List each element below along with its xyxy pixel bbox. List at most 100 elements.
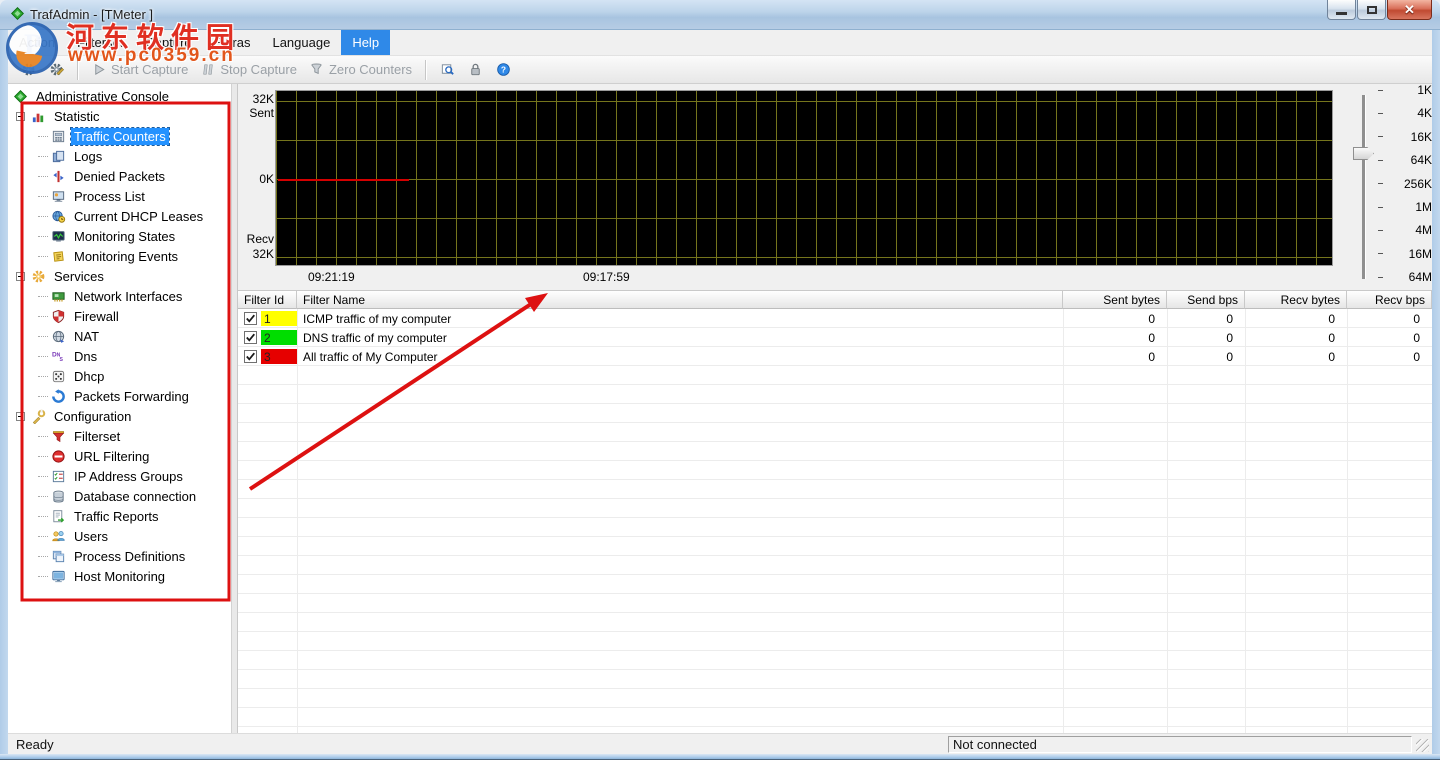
start-capture-button[interactable]: Start Capture [87,60,192,80]
tree-item-label: NAT [74,328,100,344]
cell-recv-bps: 0 [1413,330,1420,345]
column-header-send-bps[interactable]: Send bps [1167,291,1245,309]
tree-item-administrative-console[interactable]: Administrative Console [12,86,172,106]
filter-checkbox[interactable] [244,350,257,363]
gear-wrench-button[interactable] [44,60,68,80]
collapse-expander[interactable] [16,411,25,421]
tree-item-denied-packets[interactable]: Denied Packets [38,166,168,186]
scale-label-16K: 16K [1378,130,1432,144]
tree-item-dns[interactable]: DN S Dns [38,346,100,366]
cell-send-bps: 0 [1226,311,1233,326]
menu-capture[interactable]: Capture [134,30,202,55]
minimize-button[interactable] [1327,0,1356,20]
connection-status: Not connected [953,737,1037,752]
filter-checkbox[interactable] [244,312,257,325]
menu-language[interactable]: Language [261,30,341,55]
filter-color-swatch: 3 [261,349,297,364]
tree-item-traffic-reports[interactable]: Traffic Reports [38,506,162,526]
tree-item-services[interactable]: Services [16,266,107,286]
tree-item-statistic[interactable]: Statistic [16,106,103,126]
stop-capture-button[interactable]: Stop Capture [196,60,301,80]
toolbar-label: Stop Capture [220,62,297,77]
filter-name: DNS traffic of my computer [303,330,447,345]
tree-item-users[interactable]: Users [38,526,111,546]
column-header-sent-bytes[interactable]: Sent bytes [1063,291,1167,309]
menu-extras[interactable]: Extras [203,30,262,55]
tree-connector [38,175,48,177]
tree-item-database-connection[interactable]: Database connection [38,486,199,506]
tree-item-current-dhcp-leases[interactable]: Current DHCP Leases [38,206,206,226]
maximize-button[interactable] [1357,0,1386,20]
menu-help[interactable]: Help [341,30,391,55]
tree-item-packets-forwarding[interactable]: Packets Forwarding [38,386,192,406]
tree-connector [38,575,48,577]
tree-item-monitoring-states[interactable]: Monitoring States [38,226,178,246]
title-bar[interactable]: TrafAdmin - [TMeter ] ✕ [0,0,1440,30]
zero-counters-button[interactable]: Zero Counters [305,60,416,80]
scale-label-16M: 16M [1378,246,1432,261]
dhcp-leases-icon [50,208,66,224]
toolbar-label: Zero Counters [328,62,413,77]
column-header-recv-bytes[interactable]: Recv bytes [1245,291,1347,309]
filter-row-1[interactable]: 1 ICMP traffic of my computer 0 0 0 0 [238,309,1432,328]
play-icon [91,62,107,78]
tree-item-ip-address-groups[interactable]: IP Address Groups [38,466,186,486]
resize-grip[interactable] [1416,739,1429,752]
close-icon: ✕ [1404,1,1415,17]
tree-item-label: Process Definitions [74,548,186,564]
lock-button[interactable] [463,60,487,80]
services-gear-icon [30,268,46,284]
tree-item-dhcp[interactable]: Dhcp [38,366,107,386]
scale-slider-track[interactable] [1362,95,1365,279]
admin-diamond-icon [12,88,28,104]
toolbar: Start Capture Stop Capture Zero Counters? [8,56,1432,84]
tree-item-label: Database connection [74,488,197,504]
column-header-recv-bps[interactable]: Recv bps [1347,291,1432,309]
cell-recv-bytes: 0 [1328,330,1335,345]
dns-letters-icon: DN S [50,348,66,364]
tree-item-configuration[interactable]: Configuration [16,406,134,426]
filter-checkbox[interactable] [244,331,257,344]
tree-item-label: Firewall [74,308,119,324]
collapse-expander[interactable] [16,111,25,121]
y-axis-label-top: 32K [252,92,274,106]
tree-connector [38,155,48,157]
scale-slider-thumb[interactable] [1353,147,1374,160]
menu-filterset[interactable]: Filterset [66,30,134,55]
filter-row-2[interactable]: 2 DNS traffic of my computer 0 0 0 0 [238,328,1432,347]
scale-tick [1378,253,1383,255]
help-round-button[interactable]: ? [491,60,515,80]
column-header-filter-name[interactable]: Filter Name [297,291,1063,309]
scale-label-4M: 4M [1378,223,1432,237]
toolbar-separator [77,59,78,80]
ip-groups-icon [50,468,66,484]
tree-item-firewall[interactable]: Firewall [38,306,122,326]
tree-item-process-list[interactable]: Process List [38,186,148,206]
tree-item-filterset[interactable]: Filterset [38,426,123,446]
users-icon [50,528,66,544]
tree-item-url-filtering[interactable]: URL Filtering [38,446,152,466]
scale-text: 16M [1408,246,1432,261]
tree-item-monitoring-events[interactable]: Monitoring Events [38,246,181,266]
tree-item-label: Filterset [74,428,121,444]
process-list-icon [50,188,66,204]
tree-item-network-interfaces[interactable]: Network Interfaces [38,286,185,306]
tree-connector [38,135,48,137]
gear-button[interactable] [16,60,40,80]
menu-action[interactable]: Action [8,30,66,55]
tree-item-host-monitoring[interactable]: Host Monitoring [38,566,168,586]
collapse-expander[interactable] [16,271,25,281]
tree-item-label: Users [74,528,108,544]
tree-item-process-definitions[interactable]: Process Definitions [38,546,188,566]
query-tool-button[interactable] [435,60,459,80]
toolbar-label: Start Capture [111,62,189,77]
tree-item-nat[interactable]: NAT [38,326,102,346]
tree-item-traffic-counters[interactable]: Traffic Counters [38,126,170,146]
query-tool-icon [439,62,455,78]
tree-item-logs[interactable]: Logs [38,146,105,166]
filter-row-3[interactable]: 3 All traffic of My Computer 0 0 0 0 [238,347,1432,366]
cell-recv-bps: 0 [1413,349,1420,364]
panel-splitter[interactable] [231,84,238,733]
column-header-filter-id[interactable]: Filter Id [238,291,297,309]
close-button[interactable]: ✕ [1387,0,1432,20]
